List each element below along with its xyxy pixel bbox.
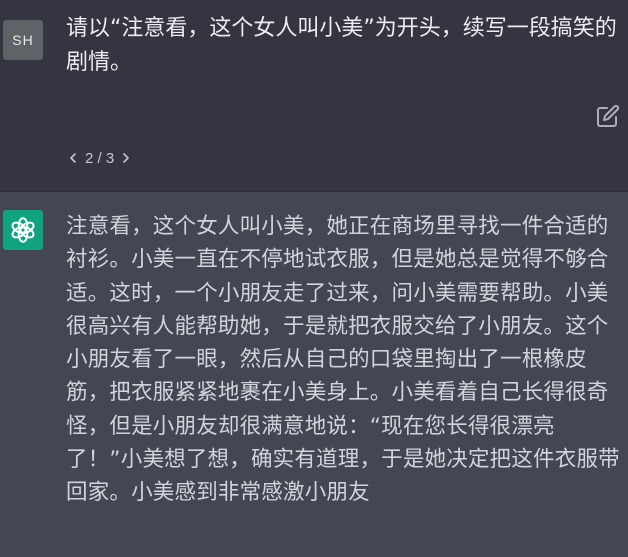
chevron-left-icon[interactable] (66, 151, 80, 165)
assistant-message-row: 注意看，这个女人叫小美，她正在商场里寻找一件合适的衬衫。小美一直在不停地试衣服，… (0, 192, 628, 557)
chevron-right-icon[interactable] (119, 151, 133, 165)
user-message-row: SH 请以“注意看，这个女人叫小美”为开头，续写一段搞笑的剧情。 2 / 3 (0, 0, 628, 192)
assistant-message-text: 注意看，这个女人叫小美，她正在商场里寻找一件合适的衬衫。小美一直在不停地试衣服，… (66, 214, 620, 506)
edit-icon[interactable] (596, 104, 620, 128)
chat-window: SH 请以“注意看，这个女人叫小美”为开头，续写一段搞笑的剧情。 2 / 3 注… (0, 0, 628, 557)
response-pager: 2 / 3 (66, 148, 133, 168)
pager-count: 2 / 3 (85, 149, 115, 167)
user-message-text: 请以“注意看，这个女人叫小美”为开头，续写一段搞笑的剧情。 (66, 16, 617, 75)
user-avatar-initials: SH (12, 32, 34, 48)
user-avatar: SH (3, 20, 43, 60)
openai-logo-icon (3, 210, 43, 250)
